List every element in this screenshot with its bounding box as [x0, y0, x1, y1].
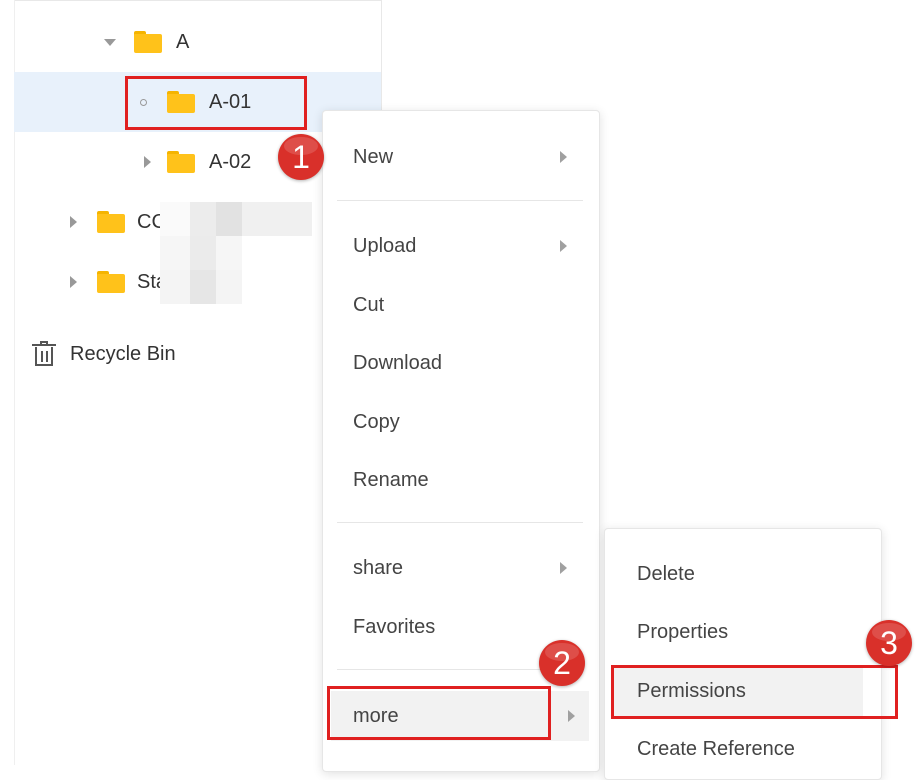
caret-right-icon[interactable]: [70, 276, 77, 288]
redaction-blur: [160, 202, 312, 304]
trash-icon: [32, 341, 56, 367]
menu-item-label: Properties: [637, 620, 729, 643]
menu-item-rename[interactable]: Rename: [323, 455, 599, 505]
menu-item-copy[interactable]: Copy: [323, 397, 599, 447]
folder-icon: [97, 211, 125, 233]
submenu-arrow-icon: [560, 151, 567, 163]
menu-item-label: Copy: [353, 410, 400, 433]
highlight-box-permissions: [611, 665, 898, 719]
menu-item-new[interactable]: New: [323, 132, 599, 182]
folder-icon: [97, 271, 125, 293]
folder-icon: [134, 31, 162, 53]
submenu-arrow-icon: [560, 562, 567, 574]
submenu-item-create-reference[interactable]: Create Reference: [605, 724, 881, 774]
menu-item-cut[interactable]: Cut: [323, 280, 599, 330]
menu-divider: [337, 200, 583, 201]
submenu-item-properties[interactable]: Properties: [605, 607, 881, 657]
menu-item-label: New: [353, 145, 394, 168]
caret-right-icon[interactable]: [70, 216, 77, 228]
more-submenu: Delete Properties Permissions Create Ref…: [604, 528, 882, 780]
submenu-arrow-icon: [568, 710, 575, 722]
menu-item-download[interactable]: Download: [323, 338, 599, 388]
highlight-box-more: [327, 686, 551, 740]
menu-item-label: share: [353, 556, 404, 579]
recycle-bin[interactable]: Recycle Bin: [32, 333, 176, 375]
menu-item-upload[interactable]: Upload: [323, 221, 599, 271]
tree-item-label: A-02: [209, 150, 252, 173]
step-badge-2: 2: [539, 640, 585, 686]
folder-icon: [167, 151, 195, 173]
tree-item-label: A: [176, 30, 190, 53]
step-badge-1: 1: [278, 134, 324, 180]
menu-item-label: Rename: [353, 468, 429, 491]
menu-item-share[interactable]: share: [323, 543, 599, 593]
highlight-box-a-01: [125, 76, 307, 130]
menu-item-label: Favorites: [353, 615, 436, 638]
menu-item-label: Create Reference: [637, 737, 795, 760]
submenu-item-delete[interactable]: Delete: [605, 549, 881, 599]
menu-item-label: Cut: [353, 293, 385, 316]
menu-item-label: Delete: [637, 562, 695, 585]
menu-item-label: Download: [353, 351, 442, 374]
caret-down-icon[interactable]: [104, 38, 116, 46]
menu-divider: [337, 522, 583, 523]
recycle-bin-label: Recycle Bin: [70, 342, 176, 365]
caret-right-icon[interactable]: [144, 156, 151, 168]
menu-item-label: Upload: [353, 234, 417, 257]
tree-item-a[interactable]: A: [104, 12, 381, 72]
submenu-arrow-icon: [560, 240, 567, 252]
step-badge-3: 3: [866, 620, 912, 666]
